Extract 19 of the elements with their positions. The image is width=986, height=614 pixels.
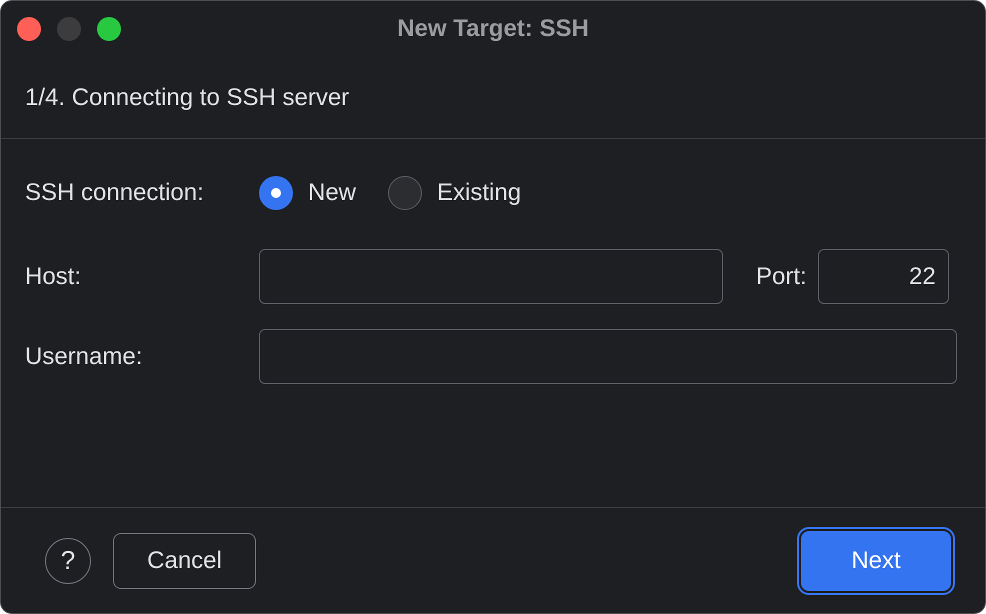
- window-title: New Target: SSH: [397, 14, 589, 44]
- next-button[interactable]: Next: [801, 530, 951, 590]
- close-window-icon[interactable]: [17, 17, 41, 41]
- step-title: 1/4. Connecting to SSH server: [25, 82, 350, 112]
- minimize-window-icon[interactable]: [57, 17, 81, 41]
- text-field[interactable]: [259, 249, 723, 304]
- text-field[interactable]: 22: [818, 249, 949, 304]
- maximize-window-icon[interactable]: [97, 17, 121, 41]
- cancel-button[interactable]: Cancel: [113, 532, 256, 588]
- help-button[interactable]: ?: [45, 538, 91, 584]
- field-label: Host:: [25, 262, 82, 292]
- text-field[interactable]: [259, 329, 957, 384]
- field-label: Username:: [25, 342, 144, 372]
- radio-icon[interactable]: [259, 176, 293, 210]
- field-label: SSH connection:: [25, 178, 205, 208]
- radio-option[interactable]: New: [259, 175, 356, 211]
- radio-icon[interactable]: [388, 176, 422, 210]
- field-label: Port:: [756, 262, 807, 292]
- radio-option[interactable]: Existing: [388, 175, 522, 211]
